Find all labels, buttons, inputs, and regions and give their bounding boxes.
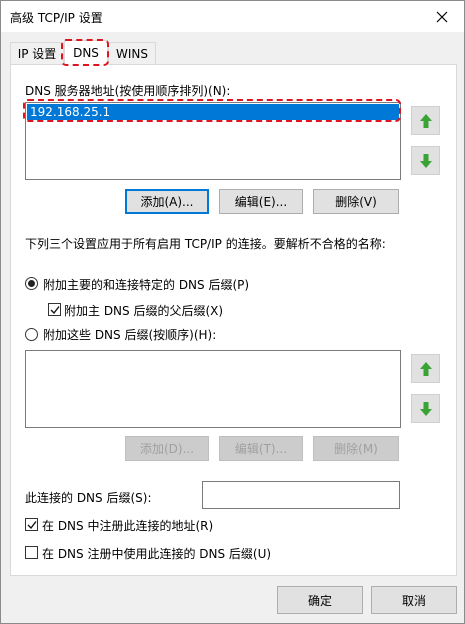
cancel-button[interactable]: 取消 — [371, 586, 457, 614]
use-suffix-label: 在 DNS 注册中使用此连接的 DNS 后缀(U) — [42, 547, 272, 561]
close-button[interactable] — [420, 1, 464, 32]
move-up-button[interactable] — [411, 106, 440, 135]
append-parent-label: 附加主 DNS 后缀的父后缀(X) — [64, 304, 224, 318]
tab-ip-settings[interactable]: IP 设置 — [10, 42, 64, 64]
move-down-button[interactable] — [411, 146, 440, 175]
append-these-label: 附加这些 DNS 后缀(按顺序)(H): — [43, 328, 217, 342]
tab-wins[interactable]: WINS — [108, 42, 156, 64]
connection-suffix-input[interactable] — [202, 481, 400, 509]
close-icon — [436, 11, 448, 22]
arrow-down-icon — [419, 401, 432, 416]
register-address-label: 在 DNS 中注册此连接的地址(R) — [42, 519, 214, 533]
connection-suffix-label: 此连接的 DNS 后缀(S): — [25, 491, 152, 505]
button-label: 取消 — [401, 593, 426, 608]
append-primary-radio[interactable] — [25, 277, 38, 290]
button-label: 删除(M) — [334, 442, 378, 456]
append-these-radio[interactable] — [25, 328, 38, 341]
advanced-tcpip-dialog: 高级 TCP/IP 设置 IP 设置 DNS WINS DNS 服务器地址(按使… — [0, 0, 465, 624]
button-label: 编辑(T)... — [234, 442, 288, 456]
tab-dns[interactable]: DNS — [64, 40, 108, 65]
dns-tab-panel: DNS 服务器地址(按使用顺序排列)(N): 192.168.25.1 添加(A… — [10, 64, 457, 576]
arrow-down-icon — [419, 153, 432, 168]
delete-suffix-button[interactable]: 删除(M) — [313, 436, 399, 461]
append-primary-label: 附加主要的和连接特定的 DNS 后缀(P) — [43, 278, 250, 292]
edit-suffix-button[interactable]: 编辑(T)... — [219, 436, 303, 461]
delete-dns-server-button[interactable]: 删除(V) — [313, 189, 399, 214]
button-label: 确定 — [307, 593, 332, 608]
register-address-checkbox[interactable] — [25, 518, 38, 531]
add-dns-server-button[interactable]: 添加(A)... — [125, 189, 209, 214]
append-parent-checkbox[interactable] — [48, 303, 61, 316]
list-item[interactable]: 192.168.25.1 — [27, 104, 399, 120]
arrow-up-icon — [419, 361, 432, 376]
tab-label: IP 设置 — [17, 47, 57, 61]
button-label: 添加(A)... — [140, 195, 194, 209]
suffix-move-up-button[interactable] — [411, 354, 440, 383]
title-bar: 高级 TCP/IP 设置 — [1, 1, 464, 32]
checkmark-icon — [50, 306, 60, 315]
tab-label: DNS — [73, 46, 99, 60]
edit-dns-server-button[interactable]: 编辑(E)... — [219, 189, 303, 214]
suffix-move-down-button[interactable] — [411, 394, 440, 423]
checkmark-icon — [27, 521, 37, 530]
resolution-note: 下列三个设置应用于所有启用 TCP/IP 的连接。要解析不合格的名称: — [25, 237, 386, 251]
add-suffix-button[interactable]: 添加(D)... — [125, 436, 209, 461]
dns-suffix-list[interactable] — [25, 350, 401, 428]
window-title: 高级 TCP/IP 设置 — [10, 11, 103, 25]
dns-servers-label: DNS 服务器地址(按使用顺序排列)(N): — [25, 84, 231, 98]
button-label: 添加(D)... — [139, 442, 195, 456]
button-label: 删除(V) — [335, 195, 377, 209]
button-label: 编辑(E)... — [234, 195, 288, 209]
ok-button[interactable]: 确定 — [277, 586, 363, 614]
arrow-up-icon — [419, 113, 432, 128]
tab-label: WINS — [116, 46, 148, 61]
dns-server-list[interactable]: 192.168.25.1 — [25, 102, 401, 180]
use-suffix-checkbox[interactable] — [25, 546, 38, 559]
